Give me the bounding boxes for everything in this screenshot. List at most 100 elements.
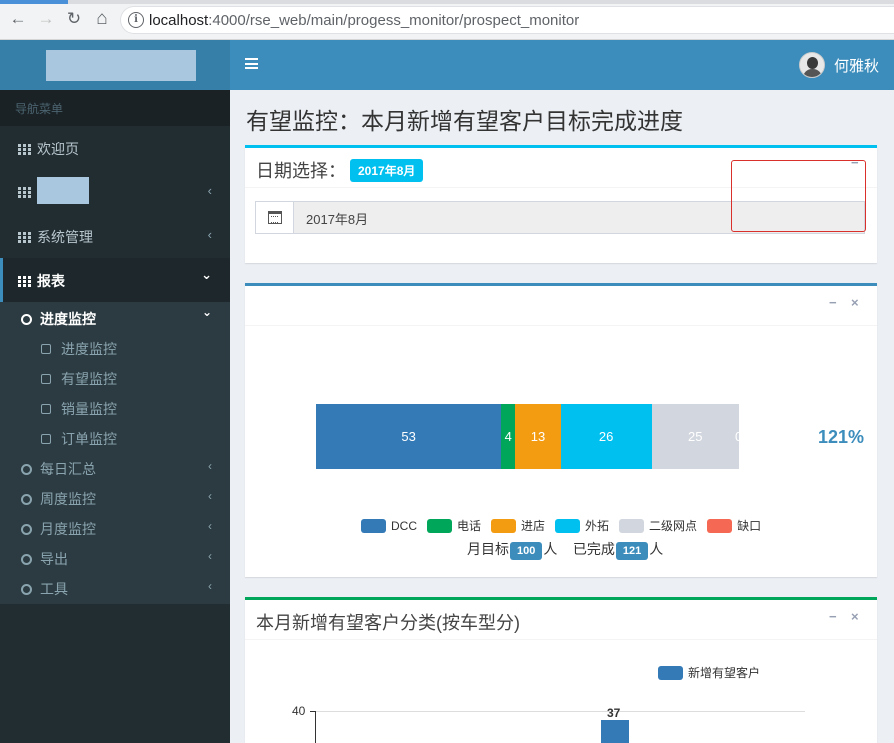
- sidebar-header: 导航菜单: [0, 90, 230, 126]
- submenu-label: 进度监控: [40, 311, 96, 327]
- tab-strip: [0, 0, 894, 4]
- bar-segment-5[interactable]: 25: [651, 404, 739, 469]
- sidebar-item-label: 系统管理: [37, 229, 93, 245]
- square-icon: [41, 344, 51, 354]
- summary-mid: 人 已完成: [543, 541, 615, 557]
- segment-value-label: 25: [688, 429, 703, 444]
- legend-item[interactable]: 外拓: [555, 517, 609, 534]
- bars-icon[interactable]: [245, 58, 258, 69]
- submenu-label: 周度监控: [40, 491, 96, 507]
- legend-swatch: [361, 519, 386, 533]
- sidebar-item-reports[interactable]: 报表 ⌄: [0, 258, 230, 302]
- submenu-tools[interactable]: 工具 ‹: [0, 572, 230, 602]
- submenu-label: 工具: [40, 581, 68, 597]
- th-icon: [18, 232, 31, 243]
- submenu-item-prospect[interactable]: 有望监控: [0, 362, 230, 392]
- legend-label: 二级网点: [649, 519, 698, 533]
- page-title: 有望监控：本月新增有望客户目标完成进度: [246, 108, 683, 134]
- submenu-item-orders[interactable]: 订单监控: [0, 422, 230, 452]
- bar-segment-4[interactable]: 26: [560, 404, 652, 469]
- segment-value-label: 26: [598, 429, 614, 444]
- sidebar-item-hidden[interactable]: ‹: [0, 170, 230, 214]
- legend-item[interactable]: 二级网点: [619, 517, 697, 534]
- submenu-progress-monitor[interactable]: 进度监控 ⌄: [0, 302, 230, 332]
- submenu-item-label: 有望监控: [61, 371, 117, 387]
- user-name[interactable]: 何雅秋: [834, 55, 879, 76]
- address-bar[interactable]: i localhost:4000/rse_web/main/progess_mo…: [120, 6, 894, 34]
- gridline: [315, 711, 805, 712]
- browser-toolbar: ← → ↻ ⌂ i localhost:4000/rse_web/main/pr…: [0, 0, 894, 40]
- y-axis: [315, 711, 316, 743]
- chevron-down-icon: ⌄: [201, 267, 212, 282]
- logo-area[interactable]: [0, 40, 230, 90]
- calendar-addon[interactable]: [256, 202, 294, 233]
- submenu-export[interactable]: 导出 ‹: [0, 542, 230, 572]
- legend-item[interactable]: 电话: [427, 517, 481, 534]
- submenu-item-label: 销量监控: [61, 401, 117, 417]
- done-badge: 121: [615, 542, 649, 560]
- submenu-item-label: 进度监控: [61, 341, 117, 357]
- legend-label: 新增有望客户: [688, 666, 761, 680]
- info-icon[interactable]: i: [128, 12, 144, 28]
- sidebar-item-welcome[interactable]: 欢迎页: [0, 126, 230, 170]
- submenu-label: 月度监控: [40, 521, 96, 537]
- date-tag: 2017年8月: [350, 159, 424, 182]
- date-input-value: 2017年8月: [306, 212, 369, 227]
- box-header: − ×: [245, 286, 877, 326]
- chevron-left-icon: ‹: [208, 519, 212, 533]
- chevron-left-icon: ‹: [208, 579, 212, 593]
- submenu-weekly[interactable]: 周度监控 ‹: [0, 482, 230, 512]
- date-select-label: 日期选择：: [256, 161, 346, 181]
- category-box: 本月新增有望客户分类(按车型分) − ×: [245, 597, 877, 743]
- progress-legend: DCC 电话 进店 外拓 二级网点 缺口: [361, 517, 771, 534]
- chevron-down-icon: ⌄: [201, 305, 212, 319]
- calendar-icon: [268, 211, 282, 224]
- target-badge: 100: [510, 542, 543, 560]
- segment-value-label: 0: [735, 429, 743, 444]
- logo: [46, 50, 196, 81]
- chevron-left-icon: ‹: [208, 489, 212, 503]
- summary-prefix: 月目标: [467, 541, 509, 557]
- legend-item[interactable]: 进店: [491, 517, 545, 534]
- url-text: localhost:4000/rse_web/main/progess_moni…: [149, 12, 579, 29]
- chevron-left-icon: ‹: [208, 549, 212, 563]
- active-tab-indicator: [0, 0, 68, 4]
- segment-value-label: 4: [504, 429, 512, 444]
- redacted-label: [37, 177, 89, 204]
- circle-icon: [21, 314, 32, 325]
- segment-value-label: 53: [401, 429, 416, 444]
- avatar[interactable]: [799, 52, 825, 78]
- bar-segment-3[interactable]: 13: [515, 404, 561, 469]
- category-legend[interactable]: 新增有望客户: [658, 664, 760, 681]
- collapse-icon[interactable]: −: [829, 295, 837, 310]
- summary-suffix: 人: [649, 541, 664, 557]
- submenu-item-sales[interactable]: 销量监控: [0, 392, 230, 422]
- back-icon[interactable]: ←: [7, 8, 29, 30]
- bar-segment-1[interactable]: 53: [316, 404, 502, 469]
- legend-item[interactable]: 缺口: [707, 517, 761, 534]
- sidebar-item-system[interactable]: 系统管理 ‹: [0, 214, 230, 258]
- submenu-daily-summary[interactable]: 每日汇总 ‹: [0, 452, 230, 482]
- circle-icon: [21, 464, 32, 475]
- box-title: 日期选择： 2017年8月: [256, 157, 424, 183]
- legend-item[interactable]: DCC: [361, 519, 417, 533]
- box-header: 本月新增有望客户分类(按车型分) − ×: [245, 600, 877, 640]
- reload-icon[interactable]: ↻: [63, 8, 85, 30]
- chevron-left-icon: ‹: [207, 183, 212, 198]
- chevron-left-icon: ‹: [208, 459, 212, 473]
- submenu-item-progress[interactable]: 进度监控: [0, 332, 230, 362]
- completion-percent: 121%: [818, 427, 865, 447]
- circle-icon: [21, 524, 32, 535]
- th-icon: [18, 276, 31, 287]
- sidebar-item-label: 欢迎页: [37, 141, 79, 157]
- forward-icon[interactable]: →: [35, 8, 57, 30]
- home-icon[interactable]: ⌂: [91, 8, 113, 30]
- collapse-icon[interactable]: −: [829, 609, 837, 624]
- submenu-label: 导出: [40, 551, 68, 567]
- submenu-monthly[interactable]: 月度监控 ‹: [0, 512, 230, 542]
- close-icon[interactable]: ×: [851, 609, 859, 624]
- chart-bar[interactable]: [601, 720, 629, 743]
- bar-segment-2[interactable]: 4: [501, 404, 516, 469]
- close-icon[interactable]: ×: [851, 295, 859, 310]
- legend-label: 电话: [457, 519, 482, 533]
